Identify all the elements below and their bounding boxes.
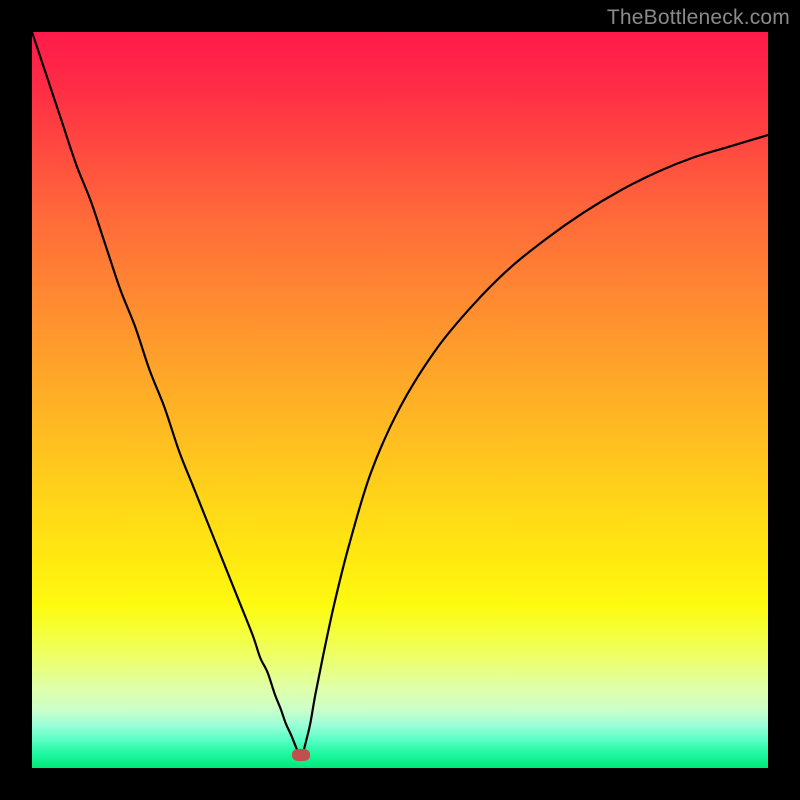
optimum-marker — [292, 749, 310, 761]
watermark-text: TheBottleneck.com — [607, 6, 790, 30]
chart-frame: TheBottleneck.com — [0, 0, 800, 800]
plot-area — [32, 32, 768, 768]
bottleneck-curve — [32, 32, 768, 768]
